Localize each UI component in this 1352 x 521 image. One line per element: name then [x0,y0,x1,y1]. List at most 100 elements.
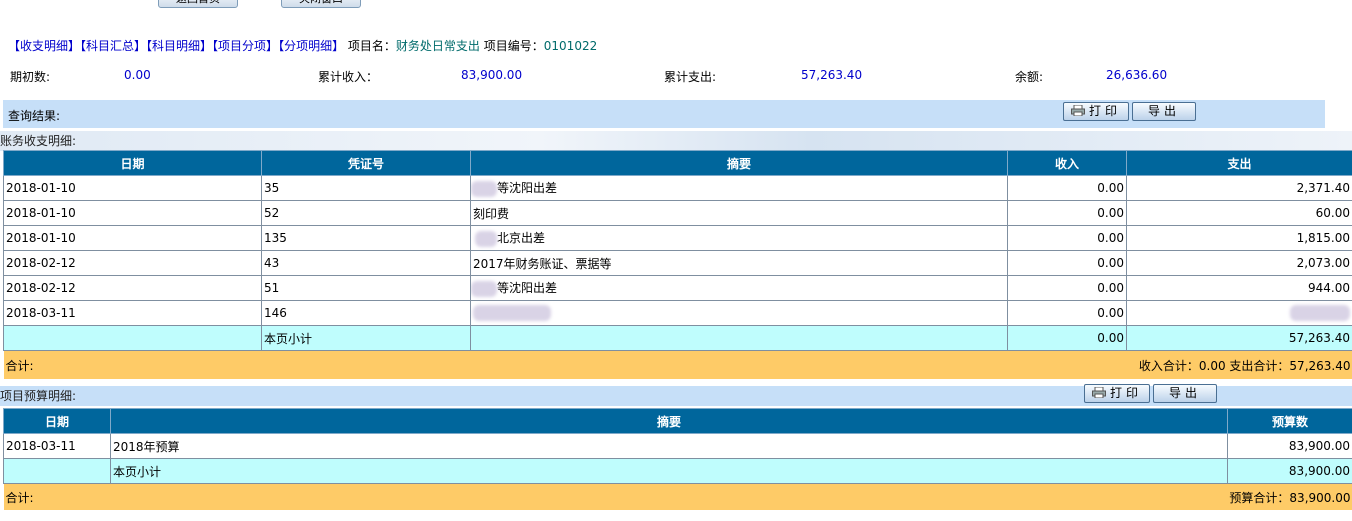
cell-expense: 1,815.00 [1126,225,1352,251]
table-row[interactable]: 2018-01-10 35 等沈阳出差 0.00 2,371.40 [3,175,1352,201]
table-row[interactable]: 2018-01-10 52 刻印费 0.00 60.00 [3,200,1352,226]
summary-row: 期初数: 0.00 累计收入： 83,900.00 累计支出: 57,263.4… [0,68,1352,84]
cell-summary: 等沈阳出差 [470,275,1008,301]
summary-text: 北京出差 [497,231,546,246]
subtotal-label: 本页小计 [110,458,1228,484]
cell-date: 2018-02-12 [3,275,262,301]
cell-income: 0.00 [1007,225,1127,251]
cell-summary [470,300,1008,326]
income-value: 83,900.00 [461,68,523,82]
budget-print-label: 打印 [1109,386,1142,400]
cell-amount: 83,900.00 [1227,433,1352,459]
cell-voucher: 146 [261,300,471,326]
print-button[interactable]: 打印 [1063,102,1129,121]
total-label: 合计: [3,483,111,510]
budget-table: 日期 摘要 预算数 2018-03-11 2018年预算 83,900.00 本… [3,408,1352,510]
summary-text: 等沈阳出差 [497,281,558,296]
redacted-text [473,305,551,321]
col-date[interactable]: 日期 [3,150,262,176]
printer-icon [1070,105,1085,116]
balance-value: 26,636.60 [1106,68,1168,82]
nav-link-item-detail[interactable]: 【分项明细】 [278,39,344,53]
table-row[interactable]: 2018-01-10 135 北京出差 0.00 1,815.00 [3,225,1352,251]
cell-expense: 944.00 [1126,275,1352,301]
expense-value: 57,263.40 [801,68,863,82]
close-window-button[interactable]: 关闭窗口 [281,0,361,8]
project-code: 0101022 [543,39,598,53]
table-row[interactable]: 2018-02-12 51 等沈阳出差 0.00 944.00 [3,275,1352,301]
ledger-table: 日期 凭证号 摘要 收入 支出 2018-01-10 35 等沈阳出差 0.00… [3,150,1352,379]
cell-empty [3,458,111,484]
cell-voucher: 52 [261,200,471,226]
export-button[interactable]: 导出 [1132,102,1196,121]
cell-summary: 刻印费 [470,200,1008,226]
cell-income: 0.00 [1007,275,1127,301]
subtotal-income: 0.00 [1007,325,1127,351]
subtotal-amount: 83,900.00 [1227,458,1352,484]
nav-link-income-expense[interactable]: 【收支明细】 [8,39,80,53]
total-row: 合计: 收入合计：0.00 支出合计：57,263.40 [3,350,1352,379]
redacted-text [471,180,497,197]
nav-link-project-items[interactable]: 【项目分项】 [212,39,278,53]
opening-label: 期初数: [10,70,51,84]
col-income[interactable]: 收入 [1007,150,1127,176]
cell-income: 0.00 [1007,300,1127,326]
subtotal-expense: 57,263.40 [1126,325,1352,351]
budget-title: 项目预算明细: [0,389,77,403]
cell-date: 2018-01-10 [3,200,262,226]
cell-date: 2018-03-11 [3,433,111,459]
nav-link-account-detail[interactable]: 【科目明细】 [146,39,212,53]
table-row[interactable]: 2018-03-11 146 0.00 [3,300,1352,326]
summary-text: 等沈阳出差 [497,181,558,196]
cell-date: 2018-01-10 [3,225,262,251]
cell-empty [3,325,262,351]
cell-expense: 2,371.40 [1126,175,1352,201]
subtotal-label: 本页小计 [261,325,471,351]
nav-bar: 【收支明细】【科目汇总】【科目明细】【项目分项】【分项明细】 项目名：财务处日常… [8,37,597,54]
cell-summary: 北京出差 [470,225,1008,251]
total-label: 合计: [3,350,471,379]
budget-print-button[interactable]: 打印 [1084,384,1150,403]
project-code-label: 项目编号： [483,39,544,53]
col-voucher[interactable]: 凭证号 [261,150,471,176]
col-date[interactable]: 日期 [3,408,111,434]
income-label: 累计收入： [318,70,379,84]
budget-header-row: 日期 摘要 预算数 [3,408,1352,434]
cell-income: 0.00 [1007,200,1127,226]
table-row[interactable]: 2018-03-11 2018年预算 83,900.00 [3,433,1352,459]
budget-export-button[interactable]: 导出 [1153,384,1217,403]
ledger-section-header: 账务收支明细: [0,131,1352,151]
cell-voucher: 43 [261,250,471,276]
cell-voucher: 51 [261,275,471,301]
col-summary[interactable]: 摘要 [110,408,1228,434]
cell-summary: 等沈阳出差 [470,175,1008,201]
subtotal-row: 本页小计 83,900.00 [3,458,1352,484]
subtotal-row: 本页小计 0.00 57,263.40 [3,325,1352,351]
col-expense[interactable]: 支出 [1126,150,1352,176]
col-summary[interactable]: 摘要 [470,150,1008,176]
cell-date: 2018-02-12 [3,250,262,276]
cell-date: 2018-01-10 [3,175,262,201]
expense-label: 累计支出: [664,70,717,84]
back-home-button[interactable]: 返回首页 [158,0,238,8]
redacted-text [471,280,497,297]
opening-value: 0.00 [124,68,151,82]
cell-summary: 2018年预算 [110,433,1228,459]
total-row: 合计: 预算合计：83,900.00 [3,483,1352,510]
project-name-label: 项目名： [347,39,396,53]
cell-summary: 2017年财务账证、票据等 [470,250,1008,276]
cell-income: 0.00 [1007,250,1127,276]
cell-expense: 2,073.00 [1126,250,1352,276]
col-budget-amount[interactable]: 预算数 [1227,408,1352,434]
cell-income: 0.00 [1007,175,1127,201]
ledger-title: 账务收支明细: [0,134,77,148]
cell-voucher: 35 [261,175,471,201]
cell-date: 2018-03-11 [3,300,262,326]
total-text: 收入合计：0.00 支出合计：57,263.40 [470,350,1352,379]
print-label: 打印 [1088,104,1121,118]
redacted-text [475,230,497,247]
table-row[interactable]: 2018-02-12 43 2017年财务账证、票据等 0.00 2,073.0… [3,250,1352,276]
cell-empty [470,325,1008,351]
ledger-header-row: 日期 凭证号 摘要 收入 支出 [3,150,1352,176]
nav-link-account-summary[interactable]: 【科目汇总】 [80,39,146,53]
